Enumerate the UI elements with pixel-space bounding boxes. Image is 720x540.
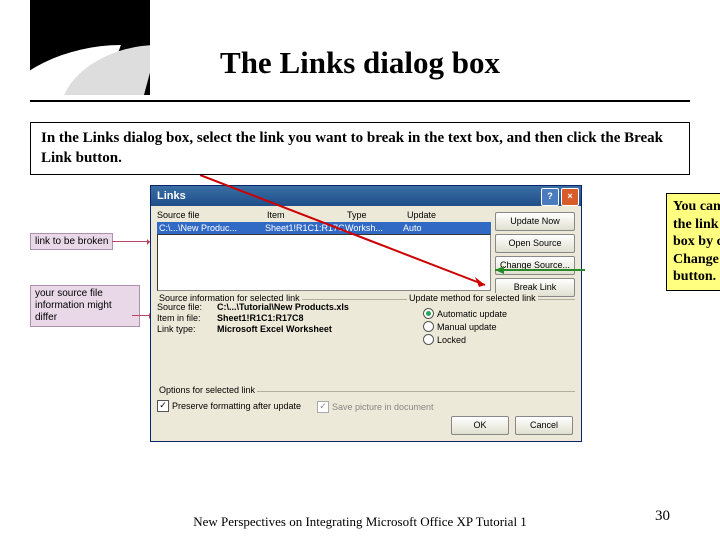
update-now-button[interactable]: Update Now bbox=[495, 212, 575, 231]
links-dialog: Links ? × Source file Item Type Update C… bbox=[150, 185, 582, 442]
link-list-box[interactable] bbox=[157, 234, 491, 291]
options-group: Options for selected link ✓Preserve form… bbox=[157, 391, 575, 413]
checkbox-icon: ✓ bbox=[317, 401, 329, 413]
row-item: Sheet1!R1C1:R17C8 bbox=[265, 223, 345, 233]
annotation-link-to-break: link to be broken bbox=[30, 233, 113, 250]
check-savepic: ✓Save picture in document bbox=[317, 401, 575, 413]
slide-header: The Links dialog box bbox=[30, 0, 690, 102]
radio-auto[interactable]: Automatic update bbox=[423, 308, 573, 319]
change-source-button[interactable]: Change Source... bbox=[495, 256, 575, 275]
figure-area: link to be broken your source file infor… bbox=[30, 185, 690, 455]
col-item: Item bbox=[267, 210, 347, 220]
group-options-label: Options for selected link bbox=[157, 385, 257, 395]
link-list-row[interactable]: C:\...\New Produc... Sheet1!R1C1:R17C8 W… bbox=[157, 222, 491, 234]
src-file-label: Source file: bbox=[157, 302, 217, 312]
help-icon[interactable]: ? bbox=[541, 188, 559, 206]
ok-button[interactable]: OK bbox=[451, 416, 509, 435]
radio-locked[interactable]: Locked bbox=[423, 334, 573, 345]
side-callout: You can also modify the link in this dia… bbox=[666, 193, 720, 291]
radio-dot-icon bbox=[423, 334, 434, 345]
src-type-value: Microsoft Excel Worksheet bbox=[217, 324, 397, 334]
dialog-title: Links bbox=[157, 190, 186, 202]
radio-dot-icon bbox=[423, 321, 434, 332]
annotation-source-info: your source file information might diffe… bbox=[30, 285, 140, 327]
instruction-callout: In the Links dialog box, select the link… bbox=[30, 122, 690, 175]
row-type: Worksh... bbox=[345, 223, 403, 233]
page-number: 30 bbox=[655, 508, 670, 525]
source-info: Source file: C:\...\Tutorial\New Product… bbox=[157, 302, 397, 334]
radio-dot-icon bbox=[423, 308, 434, 319]
src-item-label: Item in file: bbox=[157, 313, 217, 323]
update-method: Automatic update Manual update Locked bbox=[423, 306, 573, 345]
slide-footer: New Perspectives on Integrating Microsof… bbox=[0, 514, 720, 530]
src-item-value: Sheet1!R1C1:R17C8 bbox=[217, 313, 397, 323]
dialog-titlebar: Links ? × bbox=[151, 186, 581, 206]
annotation-arrow bbox=[112, 241, 152, 242]
close-icon[interactable]: × bbox=[561, 188, 579, 206]
row-source: C:\...\New Produc... bbox=[159, 223, 265, 233]
group-source-label: Source information for selected link bbox=[157, 293, 302, 303]
group-update-label: Update method for selected link bbox=[407, 293, 538, 303]
open-source-button[interactable]: Open Source bbox=[495, 234, 575, 253]
col-source: Source file bbox=[157, 210, 267, 220]
slide-title: The Links dialog box bbox=[30, 45, 690, 81]
col-update: Update bbox=[407, 210, 457, 220]
src-type-label: Link type: bbox=[157, 324, 217, 334]
cancel-button[interactable]: Cancel bbox=[515, 416, 573, 435]
checkbox-icon: ✓ bbox=[157, 400, 169, 412]
row-update: Auto bbox=[403, 223, 443, 233]
footer-text: New Perspectives on Integrating Microsof… bbox=[180, 514, 540, 530]
col-type: Type bbox=[347, 210, 407, 220]
src-file-value: C:\...\Tutorial\New Products.xls bbox=[217, 302, 397, 312]
radio-manual[interactable]: Manual update bbox=[423, 321, 573, 332]
